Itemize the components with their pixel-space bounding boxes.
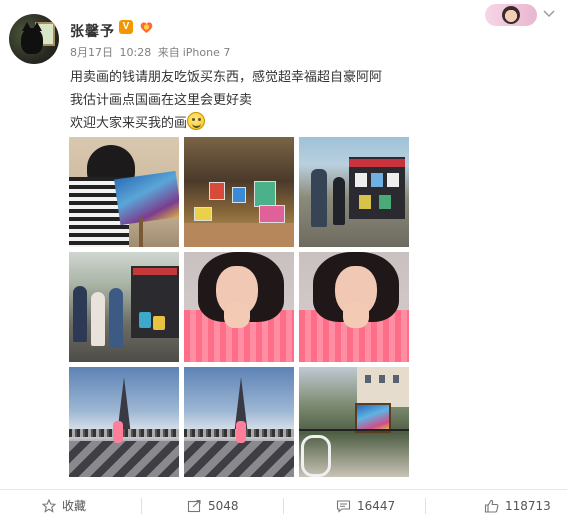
post-line-1: 用卖画的钱请朋友吃饭买东西，感觉超幸福超自豪阿阿 [70,70,383,85]
weibo-post-card: 张馨予 V 8月17日 10:28 来自 iPhone 7 用卖画的钱请朋友吃饭买… [0,0,567,520]
post-time[interactable]: 10:28 [120,46,152,59]
post-text: 用卖画的钱请朋友吃饭买东西，感觉超幸福超自豪阿阿 我估计画点国画在这里会更好卖 … [70,66,382,135]
photo-grid [69,137,409,477]
avatar[interactable] [9,14,59,64]
chevron-down-icon[interactable] [543,9,555,19]
verified-badge-icon: V [119,20,133,34]
photo-balcony-painting[interactable] [299,367,409,477]
like-button[interactable]: 118713 [484,490,551,520]
photo-painting-girl[interactable] [69,137,179,247]
post-line-2: 我估计画点国画在这里会更好卖 [70,93,253,108]
repost-icon [187,499,201,512]
photo-paintings-table[interactable] [184,137,294,247]
comment-button[interactable]: 16447 [336,490,395,520]
post-meta: 8月17日 10:28 来自 iPhone 7 [70,44,233,60]
action-bar: 收藏 5048 16447 118713 [0,489,567,520]
post-source-prefix: 来自 [157,46,180,59]
smile-emoji-icon [187,112,206,130]
comment-icon [336,499,351,513]
star-icon [42,498,56,513]
post-line-3: 欢迎大家来买我的画 [70,112,382,135]
favorite-button[interactable]: 收藏 [42,490,86,520]
photo-eiffel-tower-2[interactable] [184,367,294,477]
favorite-label: 收藏 [62,499,87,513]
photo-selfie-2[interactable] [299,252,409,362]
repost-count: 5048 [208,498,239,513]
post-date[interactable]: 8月17日 [70,46,113,59]
post-line-3-text: 欢迎大家来买我的画 [70,116,188,131]
avatar-cat [21,22,43,54]
top-right-avatar[interactable] [485,4,537,26]
comment-count: 16447 [357,498,396,513]
repost-button[interactable]: 5048 [187,490,239,520]
photo-crowd-stand[interactable] [69,252,179,362]
thumbs-up-icon [484,499,499,513]
fan-badge-icon [138,19,155,35]
like-count: 118713 [505,498,551,513]
post-source[interactable]: iPhone 7 [183,46,231,59]
photo-street-stand[interactable] [299,137,409,247]
username[interactable]: 张馨予 [70,21,115,41]
photo-eiffel-tower-1[interactable] [69,367,179,477]
photo-selfie-1[interactable] [184,252,294,362]
